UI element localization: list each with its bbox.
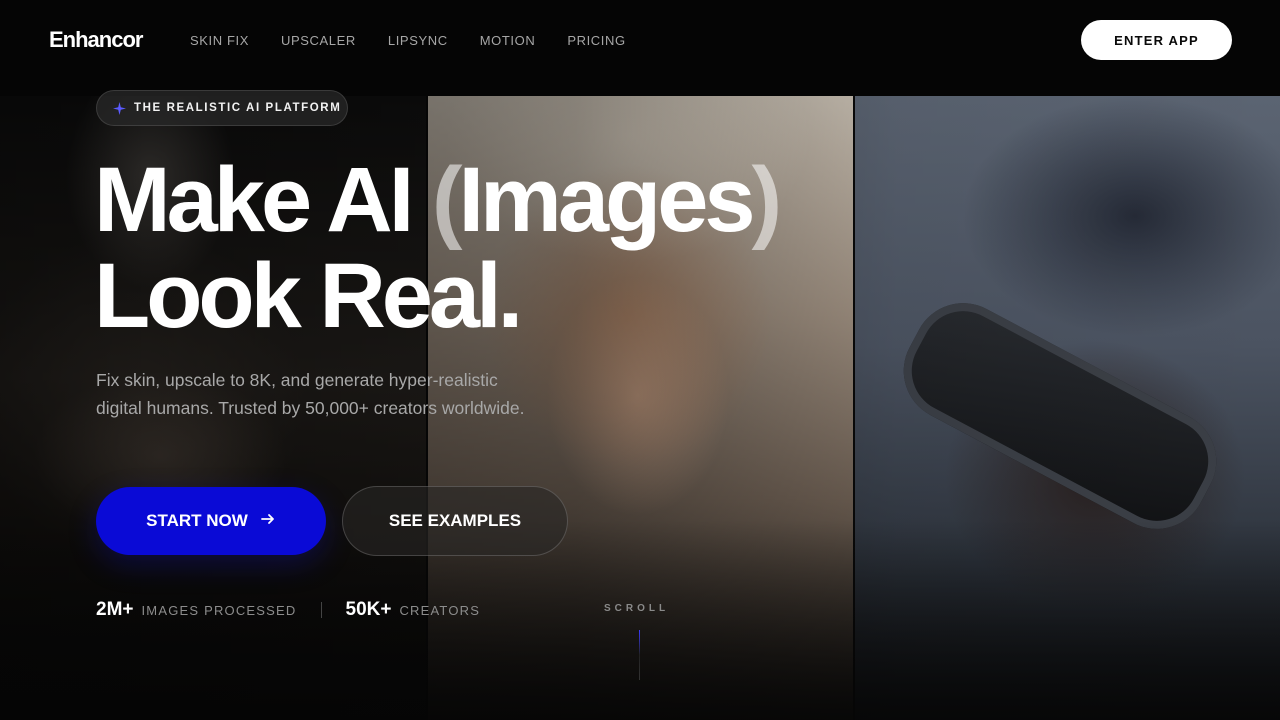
see-examples-button[interactable]: SEE EXAMPLES: [342, 486, 568, 556]
nav-link-lipsync[interactable]: LIPSYNC: [388, 33, 448, 48]
start-now-button[interactable]: START NOW: [96, 487, 326, 555]
headline-line-2: Look Real.: [94, 245, 523, 347]
headline-text: Make AI: [94, 149, 432, 251]
platform-badge: THE REALISTIC AI PLATFORM: [96, 90, 348, 126]
headline-line-1: Make AI (Images): [94, 149, 783, 251]
logo[interactable]: Enhancor: [49, 27, 143, 53]
nav-links: SKIN FIX UPSCALER LIPSYNC MOTION PRICING: [190, 33, 658, 48]
badge-label: THE REALISTIC AI PLATFORM: [134, 102, 342, 114]
stat-creators-value: 50K+: [345, 599, 392, 620]
headline-images: Images: [458, 149, 755, 251]
nav-link-motion[interactable]: MOTION: [480, 33, 536, 48]
headline-paren-open: (: [431, 149, 463, 251]
nav-link-upscaler[interactable]: UPSCALER: [281, 33, 356, 48]
stat-creators-label: CREATORS: [399, 602, 481, 618]
start-now-label: START NOW: [146, 511, 248, 530]
stat-images-value: 2M+: [96, 599, 134, 620]
scroll-indicator-line: [639, 630, 640, 680]
sparkle-icon: [113, 101, 126, 115]
nav-link-pricing[interactable]: PRICING: [567, 33, 625, 48]
hero-subtext: Fix skin, upscale to 8K, and generate hy…: [96, 370, 525, 418]
hero-stats: 2M+ IMAGES PROCESSED 50K+ CREATORS: [96, 598, 480, 622]
top-nav: Enhancor SKIN FIX UPSCALER LIPSYNC MOTIO…: [0, 0, 1280, 80]
stat-separator: [320, 602, 322, 618]
headline-paren-close: ): [751, 149, 783, 251]
nav-link-skin-fix[interactable]: SKIN FIX: [190, 33, 249, 48]
arrow-right-icon: [260, 511, 276, 532]
enter-app-button[interactable]: ENTER APP: [1081, 20, 1232, 60]
hero-headline: Make AI (Images) Look Real.: [94, 149, 783, 347]
scroll-indicator-label[interactable]: SCROLL: [604, 603, 669, 614]
stat-images-label: IMAGES PROCESSED: [141, 602, 297, 618]
